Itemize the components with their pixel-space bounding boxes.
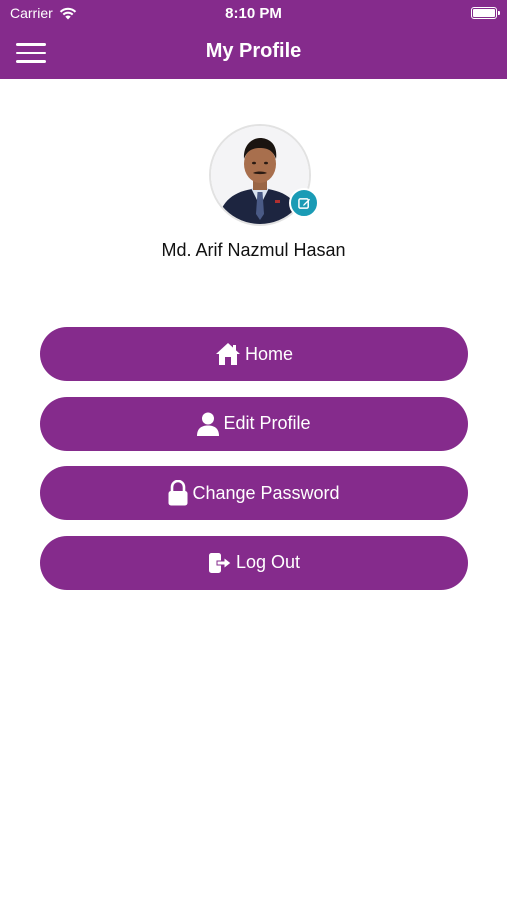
- status-time: 8:10 PM: [225, 5, 282, 22]
- home-icon: [215, 342, 241, 366]
- home-button[interactable]: Home: [40, 327, 468, 381]
- logout-button[interactable]: Log Out: [40, 535, 468, 590]
- profile-name: Md. Arif Nazmul Hasan: [161, 240, 346, 260]
- profile-menu: Home Edit Profile Change Password Log Ou…: [40, 327, 468, 605]
- edit-profile-button[interactable]: Edit Profile: [40, 396, 468, 451]
- edit-icon: [297, 197, 310, 209]
- user-icon: [197, 412, 220, 436]
- edit-profile-button-label: Edit Profile: [223, 413, 311, 433]
- nav-bar: My Profile: [0, 28, 507, 79]
- battery-icon: [471, 7, 500, 19]
- home-button-label: Home: [244, 343, 293, 364]
- app-header: Carrier 8:10 PM My Profile: [0, 0, 507, 79]
- status-bar: Carrier 8:10 PM: [0, 0, 507, 28]
- logout-icon: [208, 552, 232, 574]
- edit-avatar-button[interactable]: [289, 188, 319, 218]
- profile-avatar-container: [209, 124, 319, 226]
- change-password-button[interactable]: Change Password: [40, 466, 468, 520]
- change-password-button-label: Change Password: [192, 482, 340, 503]
- page-title: My Profile: [205, 40, 302, 62]
- logout-button-label: Log Out: [235, 552, 301, 572]
- lock-icon: [168, 480, 188, 506]
